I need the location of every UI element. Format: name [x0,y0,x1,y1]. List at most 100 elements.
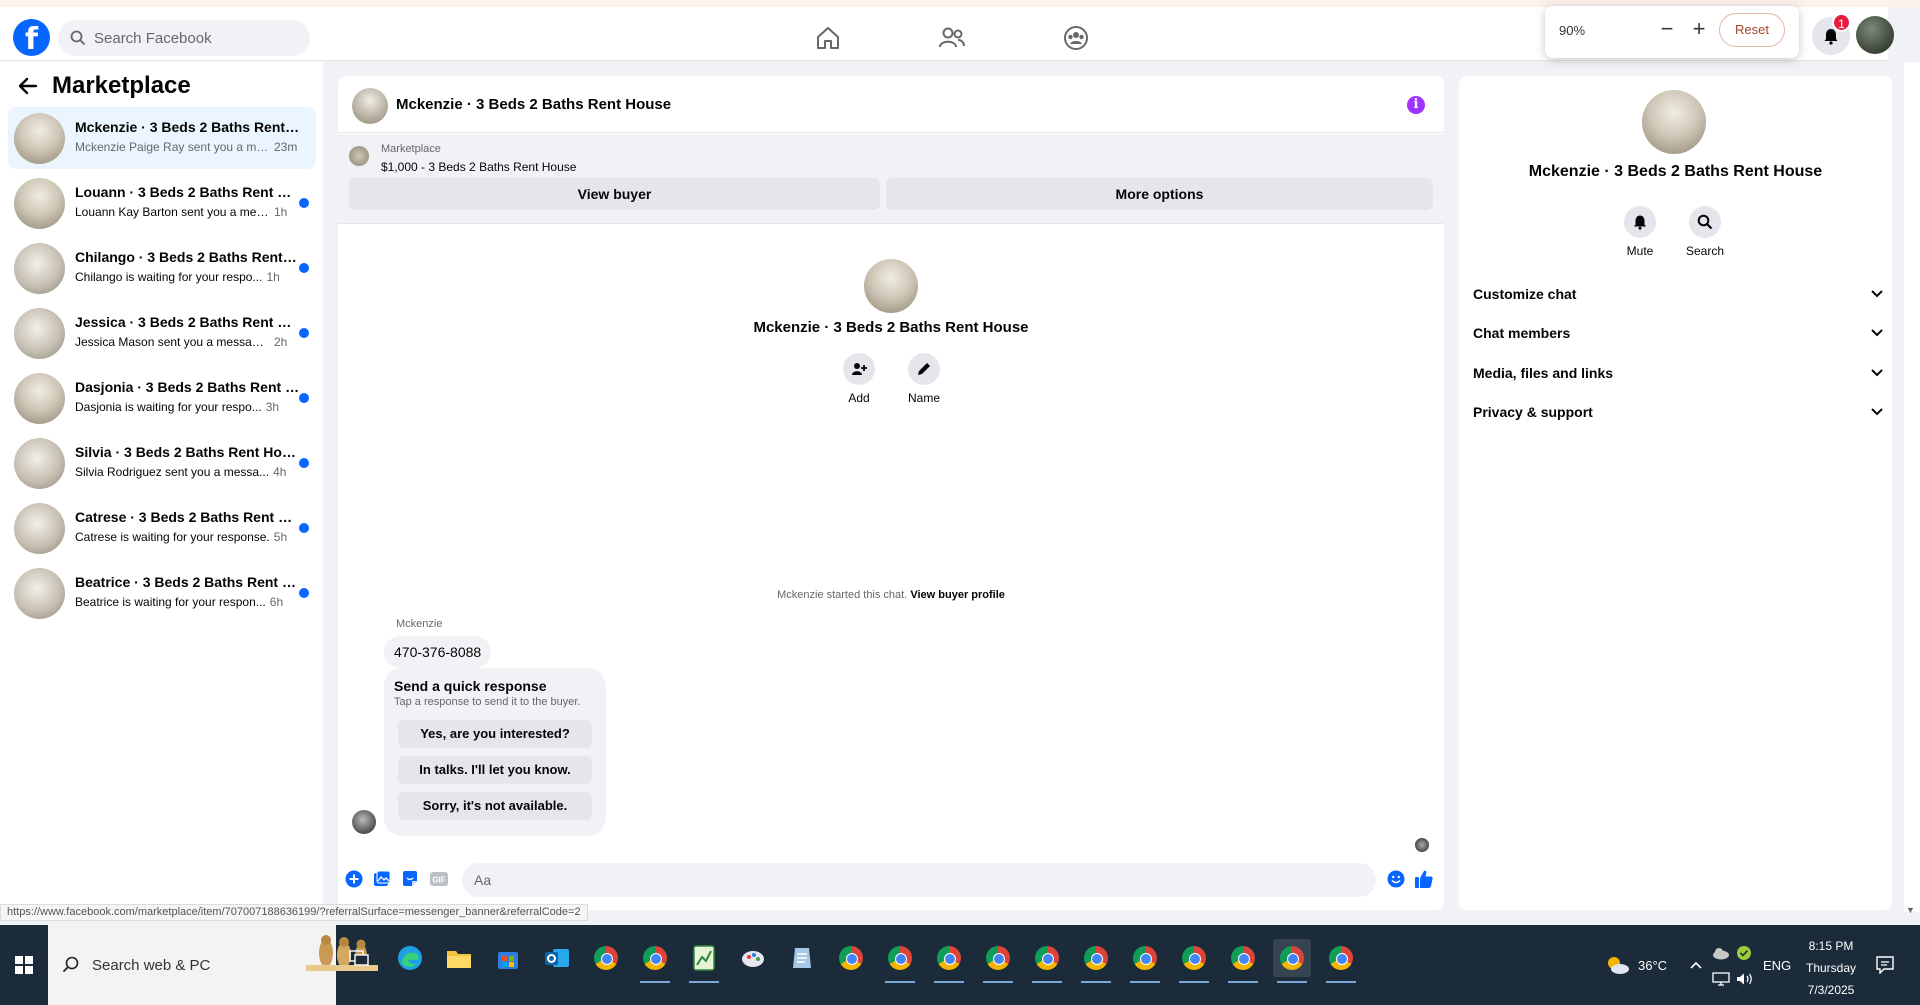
conversation-item[interactable]: Catrese · 3 Beds 2 Baths Rent House Catr… [8,497,316,559]
chat-avatar[interactable] [352,88,388,124]
add-person-icon [852,363,867,375]
facebook-search-input[interactable]: Search Facebook [58,20,310,56]
tray-icons-row-2 [1712,939,1754,1005]
conversation-name: Jessica · 3 Beds 2 Baths Rent House [75,314,300,330]
gif-icon[interactable]: GIF [428,869,450,889]
account-avatar[interactable] [1856,16,1894,54]
message-input[interactable]: Aa [462,863,1376,897]
home-icon[interactable] [813,23,843,53]
outlook-icon[interactable] [538,939,576,977]
weather-widget[interactable]: 36°C [1604,925,1667,1005]
thumbs-up-icon[interactable] [1414,869,1434,889]
info-icon[interactable]: i [1407,96,1425,114]
chrome-window-icon[interactable] [881,939,919,983]
conversation-thumbnail [14,243,65,294]
mute-action[interactable]: Mute [1610,206,1670,258]
groups-icon[interactable] [1061,23,1091,53]
conversation-snippet: Mckenzie Paige Ray sent you a mes... 23m [75,140,298,154]
conversation-snippet: Silvia Rodriguez sent you a messa... 4h [75,465,287,479]
paint-app-icon[interactable] [734,939,772,977]
conversation-snippet: Jessica Mason sent you a message ... 2h [75,335,288,349]
chrome-icon[interactable] [587,939,625,977]
volume-icon[interactable] [1736,972,1754,986]
conversation-snippet: Catrese is waiting for your response. 5h [75,530,288,544]
zoom-reset-button[interactable]: Reset [1719,13,1785,47]
banner-label: Marketplace [381,143,441,155]
conversation-snippet: Beatrice is waiting for your respon... 6h [75,595,284,609]
taskbar-search-box[interactable]: Search web & PC [48,925,378,1005]
chrome-window-icon[interactable] [1322,939,1360,983]
message-bubble: 470-376-8088 [384,636,492,668]
quick-response-option[interactable]: Sorry, it's not available. [398,792,592,820]
name-label: Name [907,391,940,405]
customize-chat-section[interactable]: Customize chat [1473,279,1883,309]
file-explorer-icon[interactable] [440,939,478,977]
conversation-item[interactable]: Chilango · 3 Beds 2 Baths Rent House Chi… [8,237,316,299]
conversation-item[interactable]: Silvia · 3 Beds 2 Baths Rent House Silvi… [8,432,316,494]
windows-start-button[interactable] [0,925,48,1005]
back-arrow-icon[interactable] [18,77,38,95]
chrome-profile-icon[interactable] [636,939,674,983]
spreadsheet-app-icon[interactable] [685,939,723,983]
conversation-name: Silvia · 3 Beds 2 Baths Rent House [75,444,300,460]
action-center-button[interactable] [1876,925,1894,1005]
quick-response-option[interactable]: In talks. I'll let you know. [398,756,592,784]
search-action[interactable]: Search [1675,206,1735,258]
conversation-name: Mckenzie · 3 Beds 2 Baths Rent House [75,119,300,135]
microsoft-store-icon[interactable] [489,939,527,977]
tray-overflow-chevron[interactable] [1690,925,1702,1005]
chrome-window-icon-active[interactable] [1273,939,1311,983]
chrome-window-icon[interactable] [1224,939,1262,983]
input-language[interactable]: ENG [1763,925,1791,1005]
conversation-thumbnail [14,113,65,164]
notes-app-icon[interactable] [783,939,821,977]
edge-browser-icon[interactable] [391,939,429,977]
zoom-out-button[interactable]: − [1653,16,1681,44]
add-action[interactable]: Add [829,353,889,405]
pencil-icon [918,363,930,375]
chrome-window-icon[interactable] [1126,939,1164,983]
privacy-support-section[interactable]: Privacy & support [1473,397,1883,427]
taskbar-clock[interactable]: 8:15 PM Thursday 7/3/2025 [1796,935,1866,1001]
network-icon[interactable] [1712,972,1730,986]
chrome-window-icon[interactable] [930,939,968,983]
more-options-button[interactable]: More options [886,178,1433,210]
view-buyer-button[interactable]: View buyer [349,178,880,210]
chrome-window-icon[interactable] [1028,939,1066,983]
emoji-icon[interactable] [1386,869,1406,889]
chrome-window-icon[interactable] [1175,939,1213,983]
zoom-in-button[interactable]: + [1685,16,1713,44]
facebook-logo[interactable]: f [13,19,50,56]
name-action[interactable]: Name [894,353,954,405]
chat-profile-avatar [864,259,918,313]
conversation-item[interactable]: Beatrice · 3 Beds 2 Baths Rent House Bea… [8,562,316,624]
listing-price-title[interactable]: $1,000 - 3 Beds 2 Baths Rent House [381,160,576,174]
quick-response-subtitle: Tap a response to send it to the buyer. [394,696,581,708]
conversation-item[interactable]: Mckenzie · 3 Beds 2 Baths Rent House Mck… [8,107,316,169]
chrome-window-icon[interactable] [1077,939,1115,983]
photo-icon[interactable] [372,869,392,889]
chevron-down-icon [1871,329,1883,337]
chrome-window-icon[interactable] [979,939,1017,983]
unread-dot [299,263,309,273]
scroll-down-arrow[interactable]: ▼ [1906,905,1915,915]
plus-circle-icon[interactable] [344,869,364,889]
sidebar-header: Marketplace [18,72,191,100]
quick-response-option[interactable]: Yes, are you interested? [398,720,592,748]
sender-name: Mckenzie [396,618,443,630]
conversation-item[interactable]: Jessica · 3 Beds 2 Baths Rent House Jess… [8,302,316,364]
media-files-links-section[interactable]: Media, files and links [1473,358,1883,388]
quick-response-title: Send a quick response [394,678,547,694]
view-buyer-profile-link[interactable]: View buyer profile [910,589,1005,601]
chat-title[interactable]: Mckenzie · 3 Beds 2 Baths Rent House [396,96,671,113]
task-view-icon[interactable] [340,939,378,977]
chrome-window-icon[interactable] [832,939,870,977]
search-icon [70,30,86,46]
seen-indicator-avatar [1415,838,1429,852]
page-scrollbar[interactable] [1904,62,1920,912]
conversation-item[interactable]: Louann · 3 Beds 2 Baths Rent House Louan… [8,172,316,234]
chat-members-section[interactable]: Chat members [1473,318,1883,348]
conversation-item[interactable]: Dasjonia · 3 Beds 2 Baths Rent House Das… [8,367,316,429]
friends-icon[interactable] [937,23,967,53]
sticker-icon[interactable] [400,869,420,889]
